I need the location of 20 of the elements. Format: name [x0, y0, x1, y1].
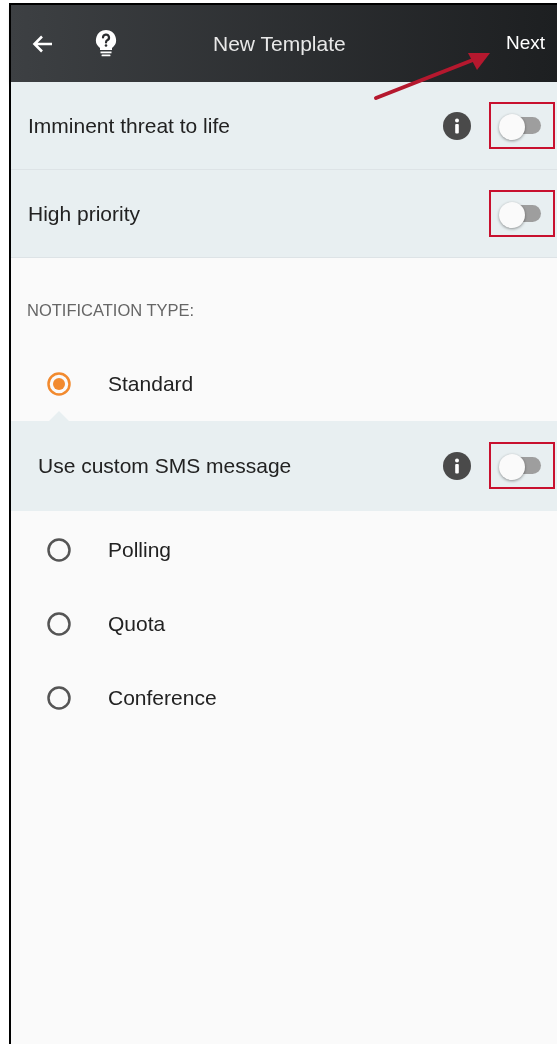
radio-label: Polling — [108, 537, 172, 563]
radio-label: Quota — [108, 611, 166, 637]
info-icon[interactable] — [443, 111, 471, 140]
toggle-switch[interactable] — [489, 102, 555, 149]
screen-title: New Template — [213, 30, 346, 57]
radio-button[interactable] — [46, 370, 72, 397]
toggle-label: High priority — [28, 200, 142, 227]
radio-button[interactable] — [46, 536, 72, 563]
radio-button[interactable] — [46, 610, 72, 637]
info-icon[interactable] — [443, 451, 471, 480]
toggle-switch[interactable] — [489, 190, 555, 237]
toggle-label: Use custom SMS message — [38, 453, 293, 479]
radio-label: Standard — [108, 371, 194, 397]
toggle-label: Imminent threat to life — [28, 112, 231, 139]
toggle-switch[interactable] — [489, 442, 555, 490]
radio-label: Conference — [108, 685, 217, 711]
lightbulb-icon[interactable] — [95, 30, 117, 57]
next-button[interactable]: Next — [505, 29, 545, 58]
radio-button[interactable] — [46, 684, 72, 711]
section-heading: NOTIFICATION TYPE: — [27, 300, 196, 321]
